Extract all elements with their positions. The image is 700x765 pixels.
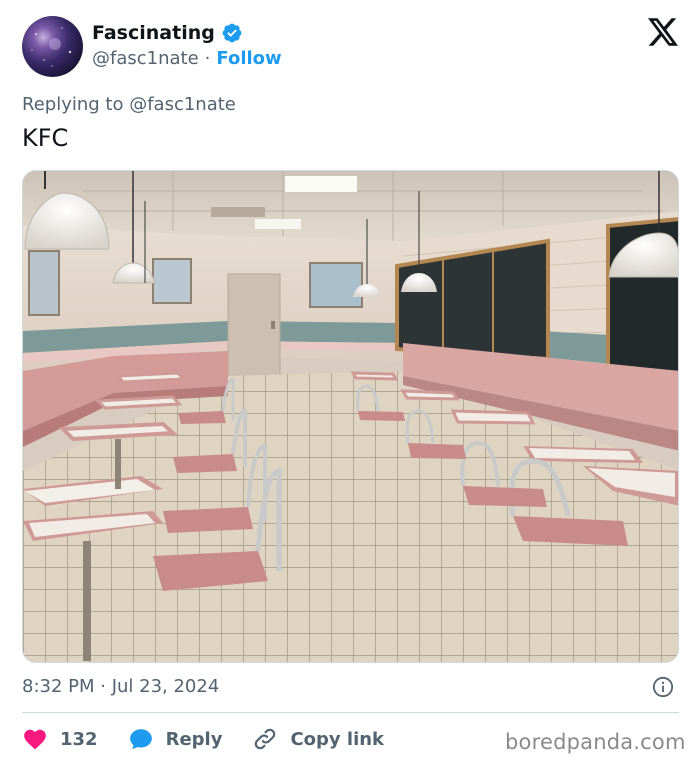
copy-link-label: Copy link [290, 728, 385, 750]
restaurant-interior-image [23, 171, 678, 662]
heart-icon [24, 729, 46, 750]
reply-label: Reply [165, 728, 223, 750]
speech-bubble-icon [129, 729, 152, 750]
divider [22, 712, 679, 713]
author-handle-row: @fasc1nate · Follow [92, 48, 282, 69]
handle-separator: · [204, 48, 211, 69]
author-handle[interactable]: @fasc1nate [92, 48, 199, 69]
like-button[interactable]: 132 [22, 726, 98, 752]
follow-button[interactable]: Follow [216, 48, 281, 69]
tweet-photo[interactable] [22, 170, 679, 663]
info-icon[interactable] [652, 676, 674, 698]
tweet-text: KFC [22, 124, 69, 152]
tweet-timestamp[interactable]: 8:32 PM · Jul 23, 2024 [22, 676, 219, 697]
x-logo-icon[interactable] [648, 18, 678, 46]
link-icon [255, 728, 276, 750]
reply-button[interactable]: Reply [128, 726, 223, 752]
author-avatar[interactable] [22, 16, 83, 77]
copy-link-button[interactable]: Copy link [252, 726, 384, 752]
watermark: boredpanda.com [505, 730, 686, 754]
tweet-card: Fascinating @fasc1nate · Follow Replying… [0, 0, 700, 765]
verified-badge-icon [222, 23, 242, 43]
replying-to: Replying to @fasc1nate [22, 94, 236, 115]
author-name-row: Fascinating [92, 22, 243, 44]
author-name[interactable]: Fascinating [92, 22, 215, 44]
likes-count: 132 [60, 728, 98, 750]
tweet-actions: 132 Reply Copy link [22, 724, 414, 754]
